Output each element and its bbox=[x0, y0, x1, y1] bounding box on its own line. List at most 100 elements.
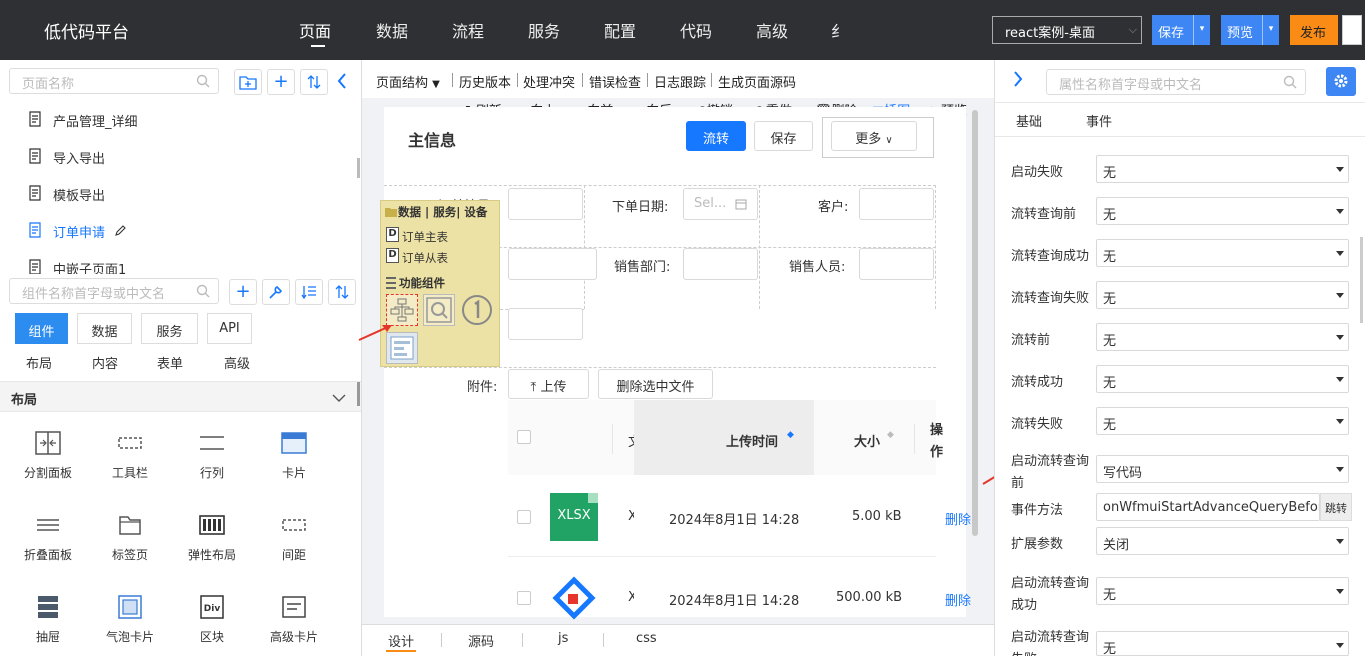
page-structure-menu[interactable]: 页面结构 ▼ bbox=[376, 72, 440, 91]
order-no-input[interactable] bbox=[508, 188, 583, 220]
prop-select-before-flow[interactable]: 无 bbox=[1096, 323, 1349, 351]
subcat-content[interactable]: 内容 bbox=[92, 353, 118, 372]
page-tree-scrollbar[interactable] bbox=[357, 158, 360, 178]
tab-services[interactable]: 服务 bbox=[141, 313, 198, 344]
component-card[interactable]: 卡片 bbox=[253, 424, 335, 506]
save-top-button[interactable]: 保存 ▾ bbox=[1152, 15, 1210, 45]
collapse-left-icon[interactable] bbox=[336, 72, 348, 90]
caret-down-icon[interactable]: ▾ bbox=[1193, 15, 1210, 45]
caret-down-icon[interactable]: ▾ bbox=[1262, 15, 1279, 45]
tab-source[interactable]: 源码 bbox=[468, 631, 494, 650]
more-button[interactable]: 更多 ∨ bbox=[831, 121, 917, 151]
nav-more-clipped[interactable]: 纟 bbox=[831, 18, 839, 42]
file-delete-link[interactable]: 删除 bbox=[945, 509, 971, 528]
prop-select-query-success[interactable]: 无 bbox=[1096, 239, 1349, 267]
component-spacing[interactable]: 间距 bbox=[253, 506, 335, 588]
prop-select-start-fail[interactable]: 无 bbox=[1096, 155, 1349, 183]
flow-button[interactable]: 流转 bbox=[686, 121, 746, 151]
popup-item[interactable]: 订单从表 bbox=[402, 250, 448, 266]
size-col-header[interactable]: 大小 bbox=[854, 431, 880, 450]
prop-select-ext-params[interactable]: 关闭 bbox=[1096, 527, 1349, 555]
delete-selected-button[interactable]: 删除选中文件 bbox=[598, 369, 713, 399]
sort-icon[interactable]: ◆ bbox=[887, 430, 894, 440]
canvas-scrollbar[interactable] bbox=[972, 110, 978, 536]
field-input[interactable] bbox=[508, 248, 597, 280]
component-div[interactable]: Div 区块 bbox=[171, 588, 253, 656]
prop-select-flow-success[interactable]: 无 bbox=[1096, 365, 1349, 393]
upload-time-col-header[interactable]: 上传时间 bbox=[726, 431, 778, 450]
tab-data[interactable]: 数据 bbox=[77, 313, 132, 344]
section-header[interactable]: 布局 bbox=[0, 381, 361, 412]
property-search-input[interactable]: 属性名称首字母或中文名 bbox=[1046, 69, 1306, 95]
tab-events[interactable]: 事件 bbox=[1086, 111, 1112, 130]
jump-button[interactable]: 跳转 bbox=[1320, 493, 1352, 521]
upload-button[interactable]: ⤒ 上传 bbox=[508, 369, 589, 399]
nav-page[interactable]: 页面 bbox=[299, 18, 331, 42]
component-pro-card[interactable]: 高级卡片 bbox=[253, 588, 335, 656]
components-scrollbar[interactable] bbox=[357, 382, 360, 406]
file-delete-link[interactable]: 删除 bbox=[945, 590, 971, 609]
log-trace-button[interactable]: 日志跟踪 bbox=[654, 72, 706, 91]
prop-select-flow-fail[interactable]: 无 bbox=[1096, 407, 1349, 435]
popup-item[interactable]: 订单主表 bbox=[402, 229, 448, 245]
tab-basic[interactable]: 基础 bbox=[1016, 111, 1042, 130]
row-checkbox[interactable] bbox=[517, 510, 531, 524]
table-row[interactable]: XLSX X 2024年8月1日 14:28 5.00 kB 删除 bbox=[508, 475, 971, 557]
component-search-input[interactable]: 组件名称首字母或中文名 bbox=[9, 278, 219, 304]
field-input[interactable] bbox=[508, 308, 583, 340]
tools-button[interactable] bbox=[262, 279, 290, 305]
customer-input[interactable] bbox=[859, 188, 934, 220]
prop-select-before-query[interactable]: 无 bbox=[1096, 197, 1349, 225]
sort-components-button[interactable] bbox=[328, 279, 356, 305]
more-menu-button[interactable] bbox=[1342, 15, 1362, 45]
nav-config[interactable]: 配置 bbox=[604, 18, 636, 42]
table-row[interactable]: X 2024年8月1日 14:28 500.00 kB 删除 bbox=[508, 558, 971, 620]
subcat-layout[interactable]: 布局 bbox=[26, 353, 52, 372]
tab-components[interactable]: 组件 bbox=[15, 313, 68, 344]
preview-top-button[interactable]: 预览 ▾ bbox=[1221, 15, 1279, 45]
resolve-conflict-button[interactable]: 处理冲突 bbox=[523, 72, 575, 91]
component-tabs[interactable]: 标签页 bbox=[89, 506, 171, 588]
page-search-input[interactable]: 页面名称 bbox=[9, 68, 219, 94]
tab-js[interactable]: js bbox=[558, 631, 568, 646]
nav-service[interactable]: 服务 bbox=[528, 18, 560, 42]
nav-code[interactable]: 代码 bbox=[680, 18, 712, 42]
subcat-form[interactable]: 表单 bbox=[157, 353, 183, 372]
settings-button[interactable] bbox=[1326, 67, 1356, 96]
prop-select-start-query-success[interactable]: 无 bbox=[1096, 577, 1349, 605]
add-component-button[interactable]: + bbox=[229, 279, 257, 305]
error-check-button[interactable]: 错误检查 bbox=[589, 72, 641, 91]
nav-flow[interactable]: 流程 bbox=[452, 18, 484, 42]
component-row-col[interactable]: 行列 bbox=[171, 424, 253, 506]
history-button[interactable]: 历史版本 bbox=[459, 72, 511, 91]
component-toolbar[interactable]: 工具栏 bbox=[89, 424, 171, 506]
publish-button[interactable]: 发布 bbox=[1290, 15, 1338, 45]
subcat-advanced[interactable]: 高级 bbox=[224, 353, 250, 372]
nav-data[interactable]: 数据 bbox=[376, 18, 408, 42]
list-order-button[interactable] bbox=[295, 279, 323, 305]
salesman-input[interactable] bbox=[859, 248, 934, 280]
save-form-button[interactable]: 保存 bbox=[754, 121, 813, 151]
sales-dept-input[interactable] bbox=[683, 248, 758, 280]
query-component-tile[interactable] bbox=[423, 294, 455, 326]
project-select[interactable]: react案例-桌面 ⌵ bbox=[992, 16, 1142, 44]
order-date-picker[interactable]: Sel... bbox=[683, 188, 758, 220]
tab-design[interactable]: 设计 bbox=[388, 631, 414, 650]
tab-api[interactable]: API bbox=[207, 313, 252, 344]
properties-scrollbar[interactable] bbox=[1360, 237, 1363, 323]
component-collapse[interactable]: 折叠面板 bbox=[7, 506, 89, 588]
add-page-button[interactable]: + bbox=[267, 69, 295, 95]
component-split-panel[interactable]: 分割面板 bbox=[7, 424, 89, 506]
prop-select-start-query-fail[interactable]: 无 bbox=[1096, 631, 1349, 656]
component-flex[interactable]: 弹性布局 bbox=[171, 506, 253, 588]
generate-source-button[interactable]: 生成页面源码 bbox=[718, 72, 796, 91]
sort-pages-button[interactable] bbox=[300, 69, 328, 95]
nav-advanced[interactable]: 高级 bbox=[756, 18, 788, 42]
row-checkbox[interactable] bbox=[517, 591, 531, 605]
add-folder-button[interactable] bbox=[234, 69, 262, 95]
expand-right-icon[interactable] bbox=[1012, 70, 1024, 88]
edit-pencil-icon[interactable] bbox=[114, 225, 126, 237]
component-popover[interactable]: 气泡卡片 bbox=[89, 588, 171, 656]
event-method-select[interactable]: onWfmuiStartAdvanceQueryBefore bbox=[1096, 493, 1320, 521]
select-all-checkbox[interactable] bbox=[517, 430, 531, 444]
